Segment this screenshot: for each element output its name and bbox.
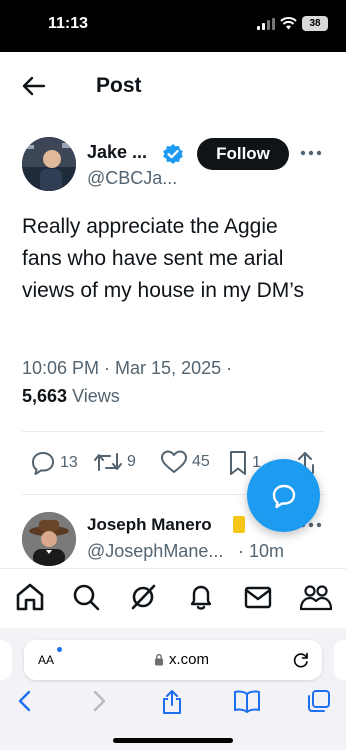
- repost-icon: [94, 453, 122, 471]
- safari-share-icon[interactable]: [160, 688, 184, 716]
- compose-reply-icon: [272, 484, 295, 508]
- reader-indicator-dot: [57, 647, 62, 652]
- safari-back-icon[interactable]: [16, 688, 34, 714]
- repost-action[interactable]: 9: [93, 450, 136, 474]
- next-tab-edge[interactable]: [334, 640, 346, 680]
- home-icon[interactable]: [15, 582, 45, 612]
- notifications-icon[interactable]: [186, 582, 216, 612]
- like-action[interactable]: 45: [160, 450, 210, 474]
- views-label: Views: [72, 386, 120, 406]
- reply-avatar-image: [22, 512, 76, 566]
- browser-toolbar: AA x.com: [0, 628, 346, 750]
- author-handle[interactable]: @CBCJa...: [87, 168, 177, 189]
- more-icon[interactable]: [300, 150, 322, 156]
- views-count: 5,663: [22, 386, 68, 406]
- reply-action[interactable]: 13: [30, 450, 78, 476]
- post-header: Post: [0, 52, 346, 124]
- reply-count: 13: [60, 454, 78, 471]
- reader-mode-button[interactable]: AA: [38, 653, 54, 667]
- wifi-icon: [280, 17, 297, 30]
- like-count: 45: [192, 453, 210, 470]
- flag-emoji-icon: [233, 516, 245, 533]
- safari-bookmarks-icon[interactable]: [233, 688, 261, 714]
- back-arrow-icon[interactable]: [22, 76, 46, 96]
- tweet-timestamp[interactable]: 10:06 PM · Mar 15, 2025 ·: [22, 358, 232, 379]
- reply-author-name[interactable]: Joseph Manero: [87, 515, 212, 535]
- verified-badge-icon: [163, 144, 183, 164]
- grok-icon[interactable]: [128, 582, 158, 612]
- avatar[interactable]: [22, 137, 76, 191]
- reply-author-handle[interactable]: @JosephMane...: [87, 541, 223, 562]
- search-icon[interactable]: [71, 582, 101, 612]
- safari-tabs-icon[interactable]: [306, 688, 332, 714]
- status-time: 11:13: [48, 15, 89, 32]
- avatar-image: [22, 137, 76, 191]
- messages-icon[interactable]: [243, 582, 273, 612]
- bookmark-icon: [230, 451, 246, 475]
- compose-reply-button[interactable]: [247, 459, 320, 532]
- repost-count: 9: [127, 453, 136, 470]
- reload-icon[interactable]: [292, 651, 310, 669]
- previous-tab-edge[interactable]: [0, 640, 12, 680]
- url-text[interactable]: x.com: [169, 651, 209, 668]
- follow-button[interactable]: Follow: [197, 138, 289, 170]
- tabbar-divider: [0, 568, 346, 569]
- page-title: Post: [96, 74, 142, 97]
- signal-icon: [257, 17, 275, 30]
- reply-icon: [32, 452, 54, 475]
- address-bar[interactable]: AA x.com: [24, 640, 322, 680]
- status-bar: 11:13 38: [0, 0, 346, 52]
- status-icons: 38: [257, 16, 328, 31]
- battery-indicator: 38: [302, 16, 328, 31]
- bottom-tab-bar: [0, 568, 346, 628]
- views-line: 5,663 Views: [22, 386, 120, 407]
- home-indicator: [113, 738, 233, 743]
- divider: [22, 431, 324, 432]
- tweet-text: Really appreciate the Aggie fans who hav…: [22, 215, 305, 302]
- author-name[interactable]: Jake ...: [87, 142, 147, 163]
- like-icon: [161, 450, 187, 473]
- communities-icon[interactable]: [299, 582, 333, 612]
- reply-avatar[interactable]: [22, 512, 76, 566]
- reply-age: · 10m: [238, 541, 285, 561]
- lock-icon: [155, 654, 163, 666]
- safari-forward-icon[interactable]: [90, 688, 108, 714]
